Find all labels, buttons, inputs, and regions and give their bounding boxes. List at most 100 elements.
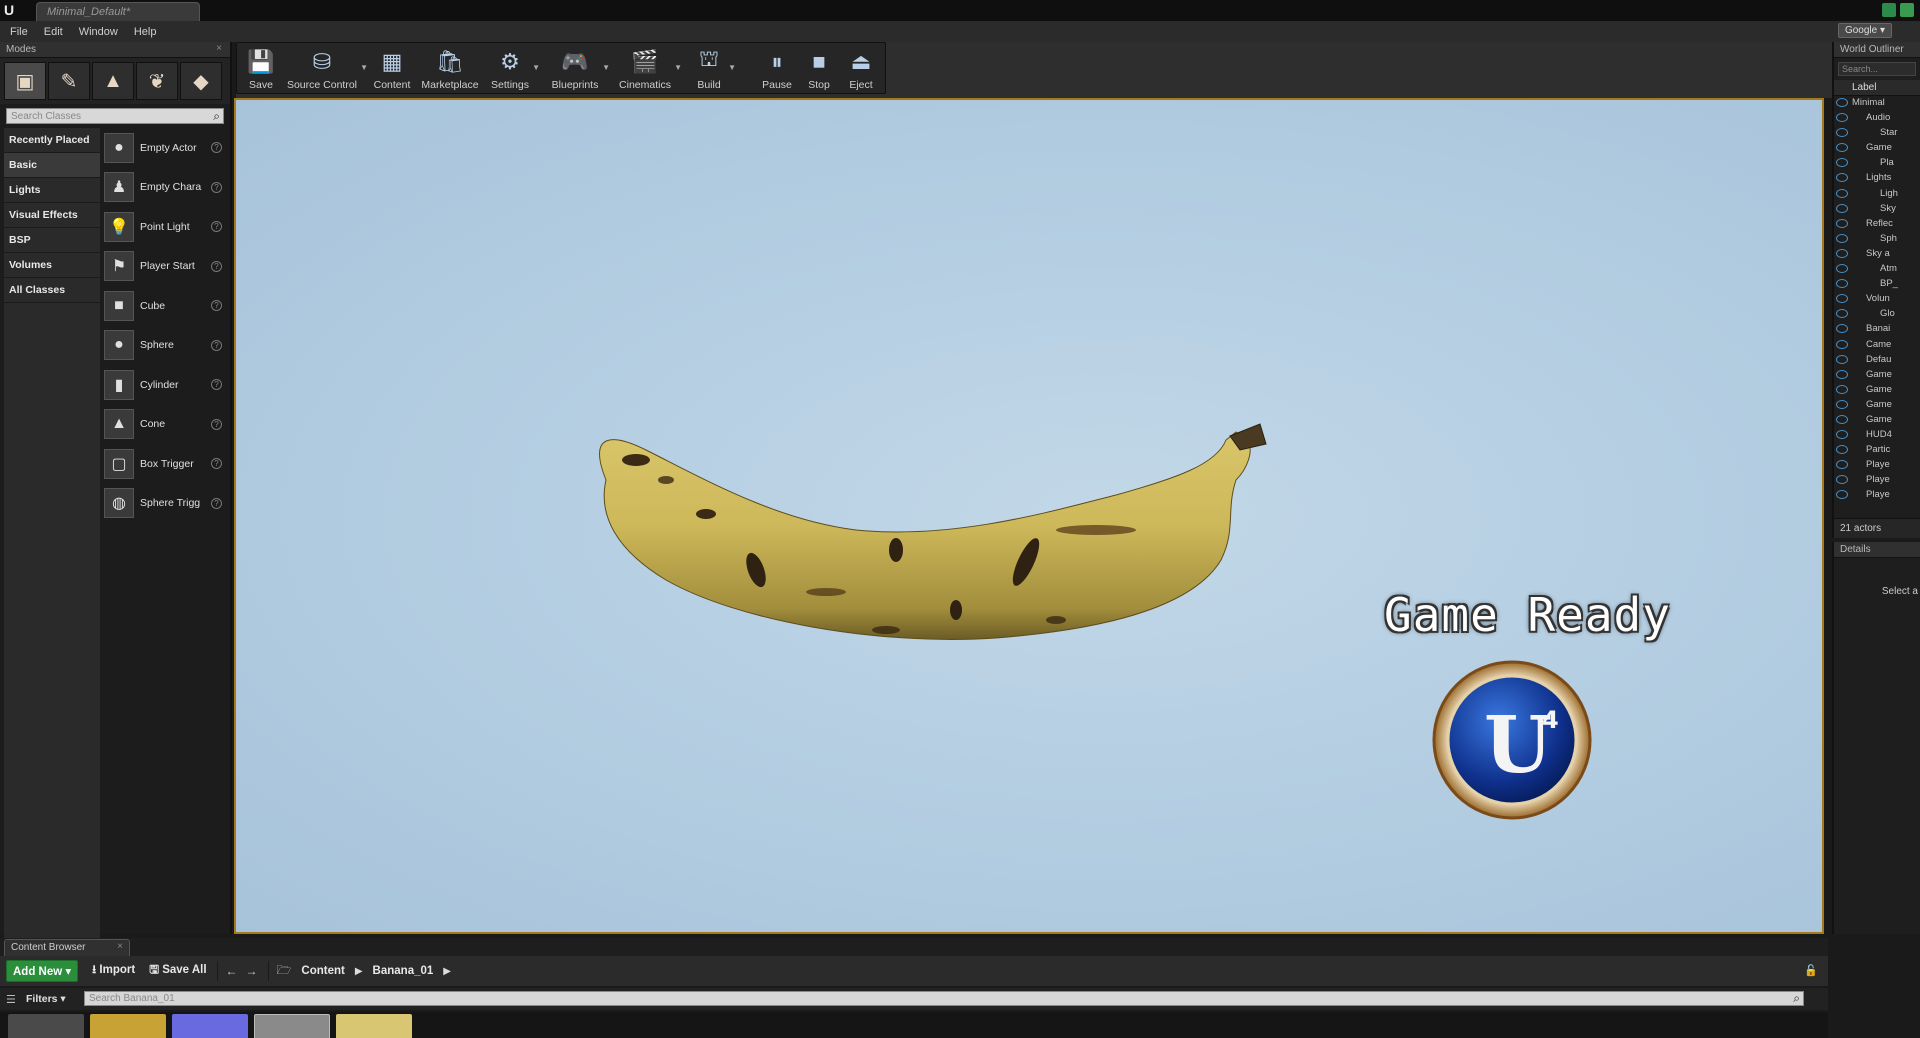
category-all-classes[interactable]: All Classes bbox=[4, 278, 100, 303]
outliner-row[interactable]: Atm bbox=[1834, 262, 1920, 277]
asset-thumbnail[interactable] bbox=[8, 1014, 84, 1038]
outliner-row[interactable]: Partic bbox=[1834, 443, 1920, 458]
visibility-eye-icon[interactable] bbox=[1836, 218, 1848, 228]
outliner-row[interactable]: Came bbox=[1834, 338, 1920, 353]
back-arrow-icon[interactable]: ← bbox=[226, 964, 238, 978]
sources-toggle-icon[interactable]: ☰ bbox=[6, 993, 16, 1006]
place-mode-icon[interactable]: ▣ bbox=[4, 62, 46, 100]
level-tab[interactable]: Minimal_Default* bbox=[36, 2, 200, 21]
outliner-row[interactable]: Playe bbox=[1834, 458, 1920, 473]
import-button[interactable]: ⭳ Import bbox=[92, 962, 135, 981]
outliner-column-label[interactable]: Label bbox=[1834, 80, 1920, 96]
menu-window[interactable]: Window bbox=[79, 26, 118, 38]
search-provider-dropdown[interactable]: Google ▾ bbox=[1837, 23, 1892, 38]
visibility-eye-icon[interactable] bbox=[1836, 158, 1848, 168]
class-item-cube[interactable]: ■ Cube ? bbox=[104, 286, 226, 326]
visibility-eye-icon[interactable] bbox=[1836, 113, 1848, 123]
settings-button[interactable]: ⚙ Settings ▼ bbox=[489, 43, 540, 95]
info-icon[interactable]: ? bbox=[211, 379, 222, 391]
visibility-eye-icon[interactable] bbox=[1836, 384, 1848, 394]
asset-thumbnail[interactable] bbox=[90, 1014, 166, 1038]
category-volumes[interactable]: Volumes bbox=[4, 253, 100, 278]
menu-edit[interactable]: Edit bbox=[44, 26, 63, 38]
visibility-eye-icon[interactable] bbox=[1836, 430, 1848, 440]
cinematics-button[interactable]: 🎬 Cinematics ▼ bbox=[617, 43, 682, 95]
visibility-eye-icon[interactable] bbox=[1836, 324, 1848, 334]
build-button[interactable]: ⛫ Build ▼ bbox=[691, 43, 736, 95]
visibility-eye-icon[interactable] bbox=[1836, 294, 1848, 304]
forward-arrow-icon[interactable]: → bbox=[246, 964, 258, 978]
info-icon[interactable]: ? bbox=[211, 497, 222, 509]
category-lights[interactable]: Lights bbox=[4, 178, 100, 203]
outliner-row[interactable]: Star bbox=[1834, 126, 1920, 141]
outliner-row[interactable]: Reflec bbox=[1834, 217, 1920, 232]
outliner-row[interactable]: Playe bbox=[1834, 473, 1920, 488]
breadcrumb-separator-icon[interactable]: ▶ bbox=[443, 966, 451, 977]
class-item-sphere[interactable]: ● Sphere ? bbox=[104, 326, 226, 366]
visibility-eye-icon[interactable] bbox=[1836, 173, 1848, 183]
foliage-mode-icon[interactable]: ❦ bbox=[136, 62, 178, 100]
outliner-row[interactable]: Game bbox=[1834, 398, 1920, 413]
class-item-empty-actor[interactable]: ● Empty Actor ? bbox=[104, 128, 226, 168]
outliner-row[interactable]: Pla bbox=[1834, 156, 1920, 171]
info-icon[interactable]: ? bbox=[211, 339, 222, 351]
paint-mode-icon[interactable]: ✎ bbox=[48, 62, 90, 100]
info-icon[interactable]: ? bbox=[211, 260, 222, 272]
visibility-eye-icon[interactable] bbox=[1836, 248, 1848, 258]
class-item-player-start[interactable]: ⚑ Player Start ? bbox=[104, 247, 226, 287]
save-all-button[interactable]: 🖫 Save All bbox=[149, 962, 206, 981]
visibility-eye-icon[interactable] bbox=[1836, 460, 1848, 470]
visibility-eye-icon[interactable] bbox=[1836, 309, 1848, 319]
visibility-eye-icon[interactable] bbox=[1836, 445, 1848, 455]
stop-button[interactable]: ■ Stop bbox=[803, 43, 835, 95]
content-search-input[interactable]: Search Banana_01 ⌕ bbox=[84, 991, 1804, 1006]
outliner-row[interactable]: Sky bbox=[1834, 202, 1920, 217]
class-item-point-light[interactable]: 💡 Point Light ? bbox=[104, 207, 226, 247]
chevron-down-icon[interactable]: ▼ bbox=[602, 63, 610, 72]
outliner-row[interactable]: Lights bbox=[1834, 171, 1920, 186]
chevron-down-icon[interactable]: ▼ bbox=[360, 63, 368, 72]
outliner-row[interactable]: Game bbox=[1834, 413, 1920, 428]
eject-button[interactable]: ⏏ Eject bbox=[845, 43, 877, 95]
category-basic[interactable]: Basic bbox=[4, 153, 100, 178]
outliner-row[interactable]: Sph bbox=[1834, 232, 1920, 247]
info-icon[interactable]: ? bbox=[211, 142, 222, 154]
category-bsp[interactable]: BSP bbox=[4, 228, 100, 253]
content-browser-tab[interactable]: Content Browser × bbox=[4, 939, 130, 956]
category-recently-placed[interactable]: Recently Placed bbox=[4, 128, 100, 153]
close-icon[interactable]: × bbox=[117, 941, 123, 952]
visibility-eye-icon[interactable] bbox=[1836, 128, 1848, 138]
asset-thumbnail[interactable] bbox=[336, 1014, 412, 1038]
outliner-row[interactable]: BP_ bbox=[1834, 277, 1920, 292]
breadcrumb-separator-icon[interactable]: ▶ bbox=[355, 966, 363, 977]
outliner-row[interactable]: Sky a bbox=[1834, 247, 1920, 262]
outliner-row[interactable]: Game bbox=[1834, 368, 1920, 383]
outliner-row[interactable]: Banai bbox=[1834, 322, 1920, 337]
source-control-button[interactable]: ⛁ Source Control ▼ bbox=[285, 43, 368, 95]
details-tab[interactable]: Details bbox=[1834, 542, 1920, 558]
category-visual-effects[interactable]: Visual Effects bbox=[4, 203, 100, 228]
geometry-mode-icon[interactable]: ◆ bbox=[180, 62, 222, 100]
info-icon[interactable]: ? bbox=[211, 418, 222, 430]
chevron-down-icon[interactable]: ▼ bbox=[532, 63, 540, 72]
content-button[interactable]: ▦ Content bbox=[371, 43, 413, 95]
visibility-eye-icon[interactable] bbox=[1836, 203, 1848, 213]
visibility-eye-icon[interactable] bbox=[1836, 98, 1848, 107]
visibility-eye-icon[interactable] bbox=[1836, 414, 1848, 424]
blueprints-button[interactable]: 🎮 Blueprints ▼ bbox=[549, 43, 610, 95]
level-viewport[interactable]: Game Ready U 4 bbox=[234, 98, 1824, 934]
info-icon[interactable]: ? bbox=[211, 458, 222, 470]
class-item-box-trigger[interactable]: ▢ Box Trigger ? bbox=[104, 444, 226, 484]
chevron-down-icon[interactable]: ▼ bbox=[728, 63, 736, 72]
outliner-row[interactable]: Defau bbox=[1834, 353, 1920, 368]
filters-button[interactable]: Filters ▾ bbox=[26, 993, 66, 1005]
breadcrumb-banana-01[interactable]: Banana_01 bbox=[373, 965, 434, 977]
outliner-row[interactable]: Playe bbox=[1834, 488, 1920, 503]
class-item-cone[interactable]: ▲ Cone ? bbox=[104, 405, 226, 445]
outliner-row[interactable]: Audio bbox=[1834, 111, 1920, 126]
world-outliner-tab[interactable]: World Outliner bbox=[1834, 42, 1920, 58]
window-button-icon[interactable] bbox=[1900, 3, 1914, 17]
visibility-eye-icon[interactable] bbox=[1836, 188, 1848, 198]
asset-thumbnail[interactable] bbox=[172, 1014, 248, 1038]
info-icon[interactable]: ? bbox=[211, 300, 222, 312]
